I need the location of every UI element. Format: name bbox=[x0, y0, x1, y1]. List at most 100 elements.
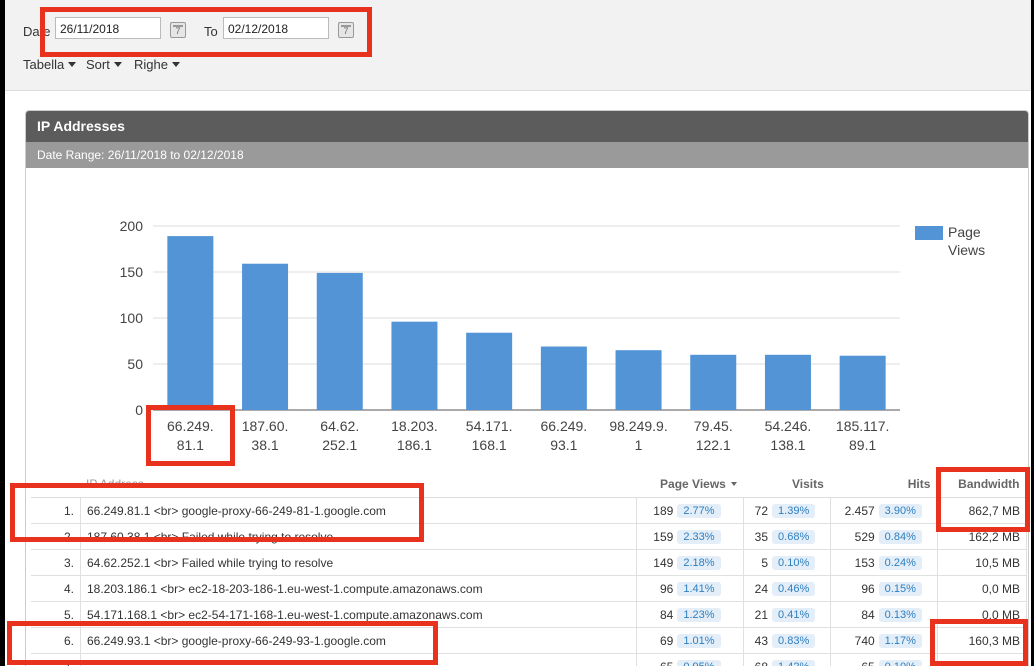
bar bbox=[466, 332, 513, 410]
row-hits-pct-cell: 0.84% bbox=[878, 523, 938, 550]
bar bbox=[690, 354, 737, 410]
row-number: 4. bbox=[31, 575, 81, 602]
row-visits: 21 bbox=[743, 601, 773, 628]
bar bbox=[540, 346, 587, 410]
x-tick-label: 38.1 bbox=[251, 437, 278, 453]
row-visits-pct-cell: 1.42% bbox=[772, 653, 832, 666]
row-hits-pct: 0.13% bbox=[878, 608, 922, 622]
x-tick-label: 98.249.9. bbox=[609, 418, 667, 434]
row-visits-pct: 0.46% bbox=[772, 582, 816, 596]
bar bbox=[839, 355, 886, 410]
row-visits-pct: 0.83% bbox=[772, 634, 816, 648]
row-bandwidth: 0,0 MB bbox=[937, 601, 1028, 628]
x-tick-label: 122.1 bbox=[696, 437, 731, 453]
row-bandwidth: 862,7 MB bbox=[937, 497, 1028, 524]
row-visits-pct-cell: 0.68% bbox=[772, 523, 832, 550]
col-ip-address[interactable]: IP Address bbox=[31, 471, 637, 498]
row-page-views-pct: 2.77% bbox=[677, 504, 721, 518]
row-page-views-pct-cell: 2.33% bbox=[677, 523, 745, 550]
row-hits: 153 bbox=[830, 549, 879, 576]
x-tick-label: 89.1 bbox=[849, 437, 876, 453]
row-bandwidth: 0,0 MB bbox=[937, 575, 1028, 602]
table-row: 6. 66.249.93.1 <br> google-proxy-66-249-9… bbox=[31, 627, 1028, 654]
row-hits: 740 bbox=[830, 627, 879, 654]
bar bbox=[615, 350, 662, 410]
row-page-views: 65 bbox=[636, 653, 678, 666]
row-ip-address bbox=[80, 653, 637, 666]
row-hits-pct-cell: 3.90% bbox=[878, 497, 938, 524]
row-page-views-pct: 1.01% bbox=[677, 634, 721, 648]
row-hits-pct-cell: 0.24% bbox=[878, 549, 938, 576]
row-visits: 68 bbox=[743, 653, 773, 666]
row-hits: 65 bbox=[830, 653, 879, 666]
legend-label: Views bbox=[948, 242, 985, 258]
row-number: 5. bbox=[31, 601, 81, 628]
row-hits: 529 bbox=[830, 523, 879, 550]
row-page-views: 69 bbox=[636, 627, 678, 654]
bar bbox=[764, 354, 811, 410]
row-ip-address: 64.62.252.1 <br> Failed while trying to … bbox=[80, 549, 637, 576]
legend-label: Page bbox=[948, 224, 981, 240]
row-visits-pct-cell: 1.39% bbox=[772, 497, 832, 524]
table-row: 2. 187.60.38.1 <br> Failed while trying t… bbox=[31, 523, 1028, 550]
row-number: 1. bbox=[31, 497, 81, 524]
row-visits-pct-cell: 0.41% bbox=[772, 601, 832, 628]
bar bbox=[167, 236, 214, 410]
y-tick-label: 50 bbox=[127, 356, 143, 372]
table-header-row: IP Address Page Views Visits Hits Bandwi… bbox=[31, 471, 1027, 498]
bar bbox=[242, 263, 289, 410]
table-row: 1. 66.249.81.1 <br> google-proxy-66-249-8… bbox=[31, 497, 1028, 524]
row-hits-pct-cell: 0.15% bbox=[878, 575, 938, 602]
row-page-views: 96 bbox=[636, 575, 678, 602]
x-tick-label: 93.1 bbox=[550, 437, 577, 453]
row-ip-address: 187.60.38.1 <br> Failed while trying to … bbox=[80, 523, 637, 550]
page-views-chart: 0 50 100 150 200 66.249. 81.1 187.60. 38.1 64.62.… bbox=[120, 218, 985, 453]
row-hits-pct: 3.90% bbox=[878, 504, 922, 518]
row-number: 7. bbox=[31, 653, 81, 666]
row-visits: 43 bbox=[743, 627, 773, 654]
col-bandwidth[interactable]: Bandwidth bbox=[937, 471, 1027, 498]
row-visits-pct: 0.41% bbox=[772, 608, 816, 622]
y-tick-label: 200 bbox=[120, 218, 144, 234]
row-bandwidth: 0,0 MB bbox=[937, 653, 1028, 666]
x-tick-label: 54.171. bbox=[466, 418, 513, 434]
y-tick-label: 0 bbox=[135, 402, 143, 418]
col-visits[interactable]: Visits bbox=[743, 471, 831, 498]
x-tick-label: 138.1 bbox=[770, 437, 805, 453]
row-visits: 5 bbox=[743, 549, 773, 576]
row-hits-pct-cell: 1.17% bbox=[878, 627, 938, 654]
row-page-views: 189 bbox=[636, 497, 678, 524]
x-tick-label: 79.45. bbox=[694, 418, 733, 434]
row-number: 2. bbox=[31, 523, 81, 550]
row-visits-pct-cell: 0.10% bbox=[772, 549, 832, 576]
row-visits-pct: 1.42% bbox=[772, 660, 816, 666]
legend-swatch bbox=[915, 226, 943, 240]
row-number: 3. bbox=[31, 549, 81, 576]
row-page-views-pct: 2.18% bbox=[677, 556, 721, 570]
table-row: 4. 18.203.186.1 <br> ec2-18-203-186-1.eu-… bbox=[31, 575, 1028, 602]
table-row: 7.650.95%681.42%650.10%0,0 MB bbox=[31, 653, 1028, 666]
row-hits-pct: 0.15% bbox=[878, 582, 922, 596]
ip-table: IP Address Page Views Visits Hits Bandwi… bbox=[31, 471, 1028, 666]
col-hits[interactable]: Hits bbox=[830, 471, 938, 498]
x-tick-label: 1 bbox=[635, 437, 643, 453]
row-hits: 2.457 bbox=[830, 497, 879, 524]
row-hits-pct-cell: 0.13% bbox=[878, 601, 938, 628]
row-page-views-pct-cell: 1.01% bbox=[677, 627, 745, 654]
table-row: 5. 54.171.168.1 <br> ec2-54-171-168-1.eu-… bbox=[31, 601, 1028, 628]
col-page-views[interactable]: Page Views bbox=[636, 471, 744, 498]
bar bbox=[391, 321, 438, 410]
row-ip-address: 66.249.93.1 <br> google-proxy-66-249-93-… bbox=[80, 627, 637, 654]
row-page-views-pct-cell: 1.41% bbox=[677, 575, 745, 602]
y-tick-label: 150 bbox=[120, 264, 144, 280]
row-visits-pct-cell: 0.83% bbox=[772, 627, 832, 654]
row-page-views-pct: 0.95% bbox=[677, 660, 721, 666]
x-tick-label: 66.249. bbox=[167, 418, 214, 434]
x-tick-label: 66.249. bbox=[540, 418, 587, 434]
row-page-views: 159 bbox=[636, 523, 678, 550]
x-tick-label: 54.246. bbox=[765, 418, 812, 434]
row-visits-pct: 1.39% bbox=[772, 504, 816, 518]
row-page-views-pct: 1.41% bbox=[677, 582, 721, 596]
col-page-views-label: Page Views bbox=[660, 477, 726, 491]
row-visits-pct-cell: 0.46% bbox=[772, 575, 832, 602]
